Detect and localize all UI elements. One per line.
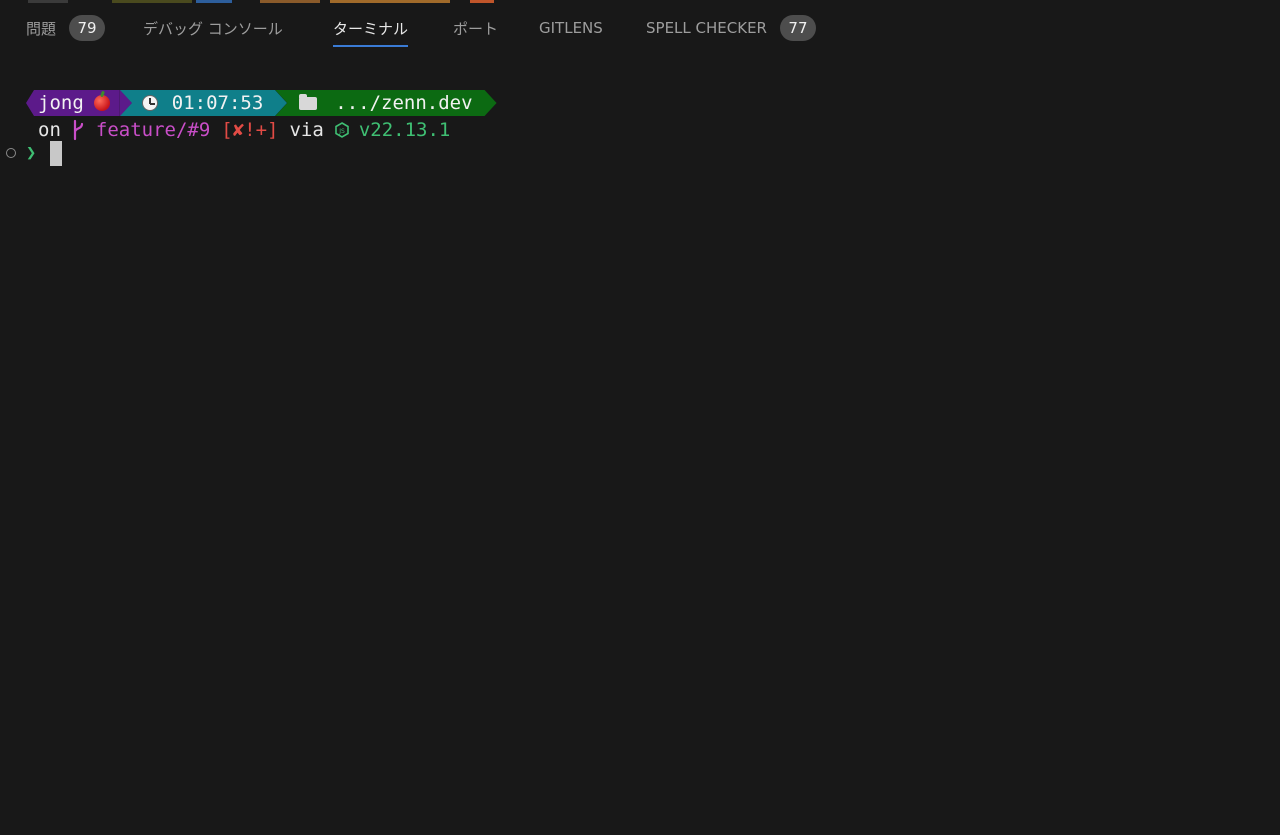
- prompt-git-line: on feature/#9 [✘!+] via JS v22.13.1: [38, 117, 450, 143]
- folder-icon: [299, 97, 317, 110]
- node-version: v22.13.1: [358, 119, 451, 141]
- tab-ports-label: ポート: [453, 19, 499, 38]
- git-status: [✘!+]: [221, 119, 279, 141]
- tab-terminal-label: ターミナル: [333, 19, 409, 38]
- apple-icon: [93, 95, 110, 111]
- prompt-powerline: jong 01:07:53 .../zenn.dev: [26, 90, 497, 116]
- git-on-text: on: [38, 119, 61, 141]
- prompt-input-line[interactable]: ❯: [26, 140, 63, 166]
- tab-gitlens[interactable]: GITLENS: [539, 8, 603, 48]
- tab-problems[interactable]: 問題 79: [26, 8, 106, 48]
- nodejs-icon: JS: [335, 122, 349, 138]
- powerline-separator-icon: [275, 90, 288, 116]
- terminal-cursor: [50, 140, 63, 166]
- prompt-directory-segment: .../zenn.dev: [275, 90, 496, 116]
- prompt-time: 01:07:53: [171, 92, 264, 114]
- prompt-username: jong: [38, 92, 84, 114]
- prompt-char: ❯: [26, 143, 37, 163]
- prompt-user-segment: jong: [26, 90, 120, 116]
- git-branch-name: feature/#9: [95, 119, 211, 141]
- tab-debug-console[interactable]: デバッグ コンソール: [143, 8, 283, 48]
- tab-spell-checker-label: SPELL CHECKER: [646, 19, 767, 37]
- command-decoration-icon[interactable]: [6, 148, 16, 158]
- tab-ports[interactable]: ポート: [453, 8, 498, 48]
- panel-tab-bar: 問題 79 デバッグ コンソール ターミナル ポート GITLENS SPELL…: [0, 8, 1280, 48]
- prompt-time-segment: 01:07:53: [119, 90, 276, 116]
- svg-text:JS: JS: [338, 128, 345, 135]
- via-text: via: [289, 119, 324, 141]
- prompt-directory: .../zenn.dev: [335, 92, 473, 114]
- spell-checker-count-badge: 77: [779, 15, 816, 41]
- terminal-area[interactable]: jong 01:07:53 .../zenn.dev on feature/#9…: [0, 60, 1280, 835]
- tab-debug-console-label: デバッグ コンソール: [143, 19, 283, 38]
- tab-problems-label: 問題: [26, 19, 57, 38]
- tab-spell-checker[interactable]: SPELL CHECKER 77: [646, 8, 816, 48]
- tab-terminal[interactable]: ターミナル: [333, 8, 409, 48]
- clock-icon: [141, 95, 158, 111]
- tab-gitlens-label: GITLENS: [539, 19, 603, 37]
- powerline-separator-icon: [119, 90, 132, 116]
- problems-count-badge: 79: [69, 15, 106, 41]
- editor-edge-strip: [0, 0, 1280, 4]
- git-branch-icon: [73, 119, 83, 141]
